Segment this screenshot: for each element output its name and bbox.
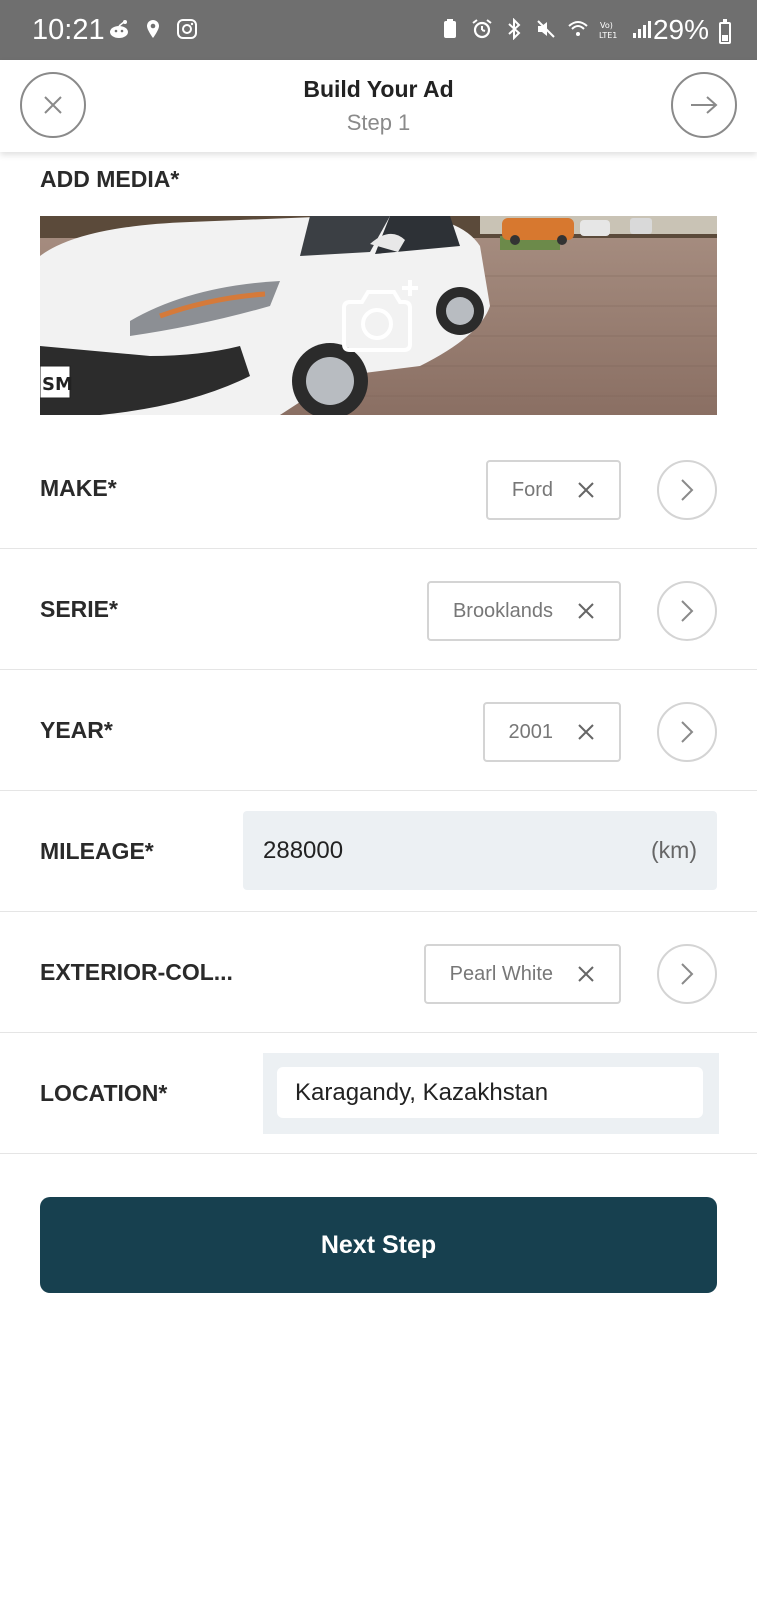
- clear-exterior-color-icon[interactable]: [577, 965, 595, 983]
- battery-icon: [719, 19, 731, 44]
- serie-row: SERIE* Brooklands: [0, 549, 757, 670]
- add-media-label: ADD MEDIA*: [40, 166, 180, 192]
- signal-icon: [633, 21, 651, 38]
- serie-select-button[interactable]: [657, 581, 717, 641]
- exterior-color-chip[interactable]: Pearl White: [423, 944, 621, 1004]
- chevron-right-icon: [681, 479, 694, 501]
- mileage-value: 288000: [263, 837, 344, 864]
- mileage-label: MILEAGE*: [40, 838, 154, 864]
- make-label: MAKE*: [40, 475, 117, 501]
- location-label: LOCATION*: [40, 1080, 168, 1106]
- year-chip[interactable]: 2001: [482, 702, 621, 762]
- add-media-area[interactable]: SM: [40, 216, 717, 415]
- make-chip[interactable]: Ford: [485, 460, 621, 520]
- location-row: LOCATION* Karagandy, Kazakhstan: [0, 1033, 757, 1154]
- battery-percentage: 29%: [652, 14, 709, 45]
- svg-text:SM: SM: [42, 374, 73, 395]
- svg-text:LTE1: LTE1: [599, 31, 617, 40]
- page-subtitle: Step 1: [346, 110, 411, 135]
- serie-label: SERIE*: [40, 596, 118, 622]
- status-left-icons: [108, 18, 198, 40]
- serie-chip[interactable]: Brooklands: [426, 581, 621, 641]
- battery-saver-icon: [444, 19, 456, 38]
- app-header: Build Your Ad Step 1: [0, 60, 757, 152]
- exterior-color-select-button[interactable]: [657, 944, 717, 1004]
- clear-make-icon[interactable]: [577, 481, 595, 499]
- alarm-icon: [472, 19, 492, 39]
- page-title: Build Your Ad: [303, 76, 454, 102]
- serie-value: Brooklands: [452, 599, 553, 622]
- location-field-wrapper: Karagandy, Kazakhstan: [263, 1053, 719, 1134]
- status-bar: 10:21 Vo) LTE1 29%: [0, 0, 757, 60]
- exterior-color-label: EXTERIOR-COL...: [40, 959, 233, 985]
- clear-serie-icon[interactable]: [577, 602, 595, 620]
- location-value: Karagandy, Kazakhstan: [295, 1079, 549, 1106]
- instagram-icon: [177, 19, 197, 39]
- forward-button[interactable]: [671, 72, 737, 138]
- mileage-input[interactable]: 288000 (km): [243, 811, 717, 890]
- wifi-icon: [568, 21, 588, 36]
- year-label: YEAR*: [40, 717, 113, 743]
- make-select-button[interactable]: [657, 460, 717, 520]
- location-input[interactable]: Karagandy, Kazakhstan: [277, 1067, 703, 1118]
- make-value: Ford: [511, 478, 553, 501]
- exterior-color-row: EXTERIOR-COL... Pearl White: [0, 912, 757, 1033]
- bluetooth-icon: [508, 18, 521, 40]
- volte-icon: Vo)LTE1: [599, 21, 617, 40]
- year-value: 2001: [508, 720, 554, 743]
- mileage-unit: (km): [651, 837, 697, 863]
- mileage-row: MILEAGE* 288000 (km): [0, 791, 757, 912]
- reddit-icon: [110, 20, 128, 38]
- chevron-right-icon: [681, 963, 694, 985]
- chevron-right-icon: [681, 600, 694, 622]
- status-right-icons: Vo) LTE1: [439, 18, 653, 40]
- year-row: YEAR* 2001: [0, 670, 757, 791]
- mute-icon: [537, 20, 555, 38]
- add-photo-camera-icon: [342, 280, 418, 352]
- clear-year-icon[interactable]: [577, 723, 595, 741]
- status-time: 10:21: [32, 14, 105, 46]
- make-row: MAKE* Ford: [0, 428, 757, 549]
- year-select-button[interactable]: [657, 702, 717, 762]
- chevron-right-icon: [681, 721, 694, 743]
- location-pin-icon: [147, 20, 159, 38]
- svg-text:Vo): Vo): [600, 21, 613, 30]
- arrow-right-icon: [691, 96, 718, 114]
- next-step-button[interactable]: Next Step: [40, 1197, 717, 1293]
- exterior-color-value: Pearl White: [449, 962, 553, 985]
